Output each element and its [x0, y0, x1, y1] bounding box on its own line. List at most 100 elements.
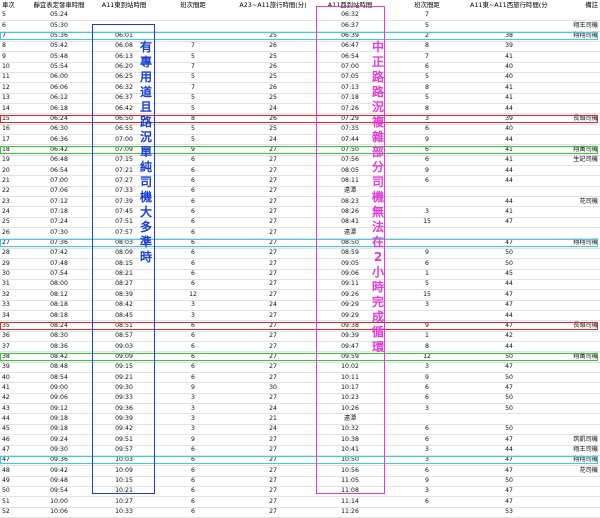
- table-cell: [540, 269, 600, 279]
- table-cell: 7: [425, 52, 429, 60]
- header-cell: 班次間距: [414, 1, 440, 9]
- table-cell: 08:54: [50, 373, 68, 381]
- table-cell: 27: [269, 208, 277, 215]
- table-cell: 26: [269, 63, 277, 71]
- left-annotation-text: 有專用道且路況單純司機大多準時: [139, 40, 152, 264]
- table-cell: 50: [505, 425, 513, 433]
- table-cell: 07:12: [50, 197, 68, 205]
- table-row: 6 05:30 06:37 5 翔王司機: [0, 21, 600, 32]
- table-cell: [540, 248, 600, 258]
- table-cell: 40: [2, 373, 10, 381]
- table-cell: 06:18: [50, 104, 68, 112]
- table-cell: 44: [505, 446, 513, 454]
- table-cell: [470, 186, 548, 196]
- table-cell: 05:42: [50, 42, 68, 50]
- table-cell: 27: [269, 311, 277, 319]
- table-cell: 3: [191, 404, 195, 412]
- table-cell: 45: [505, 270, 513, 278]
- table-cell: 50: [505, 373, 513, 381]
- table-cell: 6: [191, 249, 195, 257]
- table-cell: 3: [425, 404, 429, 412]
- table-row: 46 09:24 09:51 9 27 10:38 6 47 筑凱司機: [0, 435, 600, 446]
- table-cell: 50: [2, 487, 10, 495]
- table-cell: 3: [191, 415, 195, 422]
- header-cell: A11東到站時間: [101, 1, 147, 9]
- table-row: 48 09:42 10:09 6 27 10:56 6 47 花司機: [0, 466, 600, 477]
- row-highlight: [0, 352, 598, 361]
- table-cell: [540, 186, 600, 196]
- table-row: 20 06:54 07:21 6 27 08:05 9 44: [0, 166, 600, 177]
- table-cell: 7: [425, 11, 429, 19]
- table-cell: 8: [2, 42, 6, 50]
- table-cell: 08:18: [50, 311, 68, 319]
- table-cell: 47: [505, 435, 513, 443]
- table-cell: [540, 135, 600, 145]
- table-cell: 27: [269, 187, 277, 195]
- table-row: 5 05:24 06:32 7: [0, 10, 600, 22]
- table-cell: [540, 83, 600, 93]
- table-cell: 10:00: [50, 497, 68, 505]
- spreadsheet: 車次 靜宜表定發車時間 A11東到站時間 班次間距 A23~A11旅行時間(分)…: [0, 0, 600, 518]
- table-cell: 10:33: [115, 508, 133, 516]
- table-row: 51 10:00 10:27 6 27 11:14 6 47: [0, 497, 600, 508]
- table-cell: 20: [2, 166, 10, 174]
- table-cell: 27: [269, 259, 277, 267]
- table-cell: 11:14: [341, 497, 359, 505]
- table-cell: 47: [505, 290, 513, 298]
- table-cell: 06:48: [50, 156, 68, 164]
- table-cell: [540, 62, 600, 72]
- table-cell: [392, 228, 462, 238]
- table-cell: 44: [505, 280, 513, 288]
- table-cell: 27: [269, 446, 277, 454]
- table-cell: 1: [425, 270, 429, 278]
- table-cell: 07:30: [50, 228, 68, 236]
- table-row: 24 07:18 07:45 6 27 08:26 3 41: [0, 207, 600, 218]
- table-row: 29 07:48 08:15 6 27 09:05 6 50: [0, 259, 600, 270]
- table-cell: 7: [191, 63, 195, 71]
- table-cell: 08:36: [50, 342, 68, 350]
- table-cell: [540, 217, 600, 227]
- table-cell: 24: [269, 104, 277, 112]
- table-cell: 05:30: [50, 21, 68, 29]
- table-row: 11 06:00 06:25 5 25 07:05 5 40: [0, 72, 600, 84]
- table-cell: 8: [425, 83, 429, 91]
- table-row: 30 07:54 08:21 6 27 09:06 1 45: [0, 269, 600, 280]
- table-cell: 44: [505, 342, 513, 350]
- table-row: 17 06:36 07:00 5 24 07:44 9 44: [0, 135, 600, 146]
- row-highlight: [0, 321, 598, 330]
- table-cell: 翔王司機: [573, 446, 598, 454]
- table-cell: [540, 207, 600, 217]
- table-cell: 44: [505, 104, 513, 112]
- table-row: 50 09:54 10:21 6 27 11:08 3 47: [0, 486, 600, 498]
- table-cell: 6: [191, 446, 195, 454]
- table-cell: 07:00: [50, 176, 68, 184]
- table-row: 22 07:06 07:33 6 27 遠潭: [0, 186, 600, 198]
- table-cell: 27: [269, 270, 277, 278]
- table-cell: 27: [269, 363, 277, 371]
- table-cell: [540, 424, 600, 434]
- table-cell: 24: [269, 404, 277, 412]
- table-cell: 花司機: [579, 197, 598, 205]
- table-cell: 11: [2, 73, 10, 81]
- table-cell: 27: [269, 394, 277, 402]
- table-cell: 08:12: [50, 290, 68, 298]
- table-cell: 24: [2, 208, 10, 215]
- table-cell: 07:18: [50, 208, 68, 215]
- table-cell: 5: [191, 73, 195, 81]
- table-cell: [236, 10, 310, 20]
- header-cell: 備註: [585, 1, 598, 9]
- table-cell: [540, 279, 600, 289]
- table-cell: 27: [269, 290, 277, 298]
- table-row: 33 08:18 08:42 3 24 09:29 3 47: [0, 300, 600, 311]
- table-cell: 6: [191, 497, 195, 505]
- table-cell: 05:24: [50, 11, 68, 19]
- table-cell: [540, 10, 600, 20]
- header-cell: 車次: [2, 1, 15, 9]
- table-cell: 07:24: [50, 218, 68, 226]
- header-row: 車次 靜宜表定發車時間 A11東到站時間 班次間距 A23~A11旅行時間(分)…: [0, 0, 600, 10]
- table-cell: 9: [425, 477, 429, 485]
- table-cell: 09:42: [50, 466, 68, 474]
- table-cell: 13: [2, 94, 10, 102]
- table-cell: 37: [2, 342, 10, 350]
- table-row: 39 08:48 09:15 6 27 10:02 3 47: [0, 362, 600, 374]
